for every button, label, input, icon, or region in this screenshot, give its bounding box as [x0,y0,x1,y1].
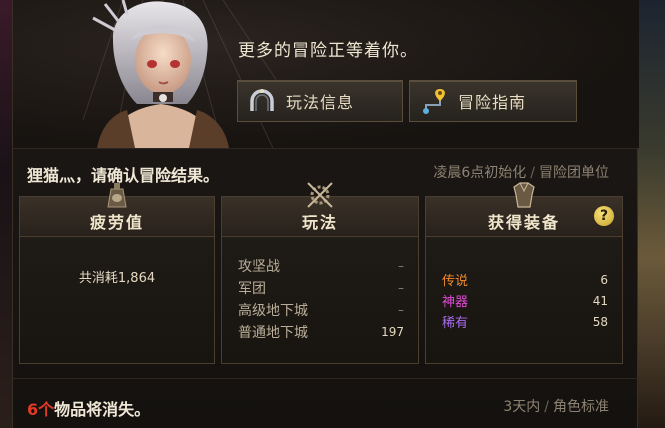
list-item: 普通地下城 197 [238,321,404,343]
character-portrait [92,0,229,148]
rarity-label-epic: 神器 [442,295,469,310]
expire-duration: 3天内 [503,399,541,415]
mode-label: 普通地下城 [238,325,308,341]
result-panel: 更多的冒险正等着你。 玩法信息 冒险指南 狸猫灬，请确认冒险结果。 凌晨6点初始… [12,0,639,428]
rarity-count: 41 [592,293,608,308]
help-icon[interactable]: ? [594,206,614,226]
fatigue-card: 疲劳值 共消耗1,864 [19,183,215,364]
item-loss-text: 6个物品将消失。 [27,396,150,420]
gameplay-info-label: 玩法信息 [286,93,355,112]
gameplay-card: 玩法 攻坚战 – 军团 – 高级地下城 – 普通地下城 197 [221,182,419,364]
adventure-guide-label: 冒险指南 [458,93,527,112]
fatigue-card-header: 疲劳值 [20,183,214,237]
list-item: 传说 6 [442,269,608,290]
potion-bag-icon [107,183,127,208]
list-item: 攻坚战 – [238,255,404,277]
expire-scope: 角色标准 [553,399,609,415]
expire-info: 3天内 / 角色标准 [503,396,609,416]
mode-value: – [398,281,404,295]
header-banner: 更多的冒险正等着你。 玩法信息 冒险指南 [13,0,639,148]
adventure-result-screen: 更多的冒险正等着你。 玩法信息 冒险指南 狸猫灬，请确认冒险结果。 凌晨6点初始… [0,0,665,428]
equipment-card-header: 获得装备 ? [426,182,622,237]
tagline-text: 更多的冒险正等着你。 [238,41,418,61]
arch-icon [246,85,278,117]
reset-scope: 冒险团单位 [539,165,609,181]
item-loss-message: 物品将消失。 [54,400,151,419]
mode-label: 军团 [238,281,266,297]
fatigue-total-label: 共消耗 [78,271,118,286]
list-item: 军团 – [238,277,404,299]
rarity-label-rare: 稀有 [442,316,469,331]
armor-icon [513,182,535,208]
adventure-guide-button[interactable]: 冒险指南 [409,80,577,122]
equipment-card: 获得装备 ? 传说 6 神器 41 稀有 58 [425,182,623,364]
gameplay-title: 玩法 [301,213,338,232]
item-loss-count: 6个 [27,400,55,419]
slash-separator: / [530,165,535,181]
rarity-label-legendary: 传说 [442,274,469,289]
gameplay-info-button[interactable]: 玩法信息 [237,80,403,122]
fatigue-total: 共消耗1,864 [20,267,214,286]
rarity-count: 6 [600,272,608,287]
equipment-title: 获得装备 [487,213,560,232]
fatigue-title: 疲劳值 [89,213,144,232]
left-background-strip [0,0,12,428]
list-item: 高级地下城 – [238,299,404,321]
gameplay-list: 攻坚战 – 军团 – 高级地下城 – 普通地下城 197 [238,255,404,343]
fatigue-total-value: 1,864 [117,271,156,286]
list-item: 神器 41 [442,290,608,311]
mode-value: – [398,259,404,273]
divider [13,148,639,149]
mode-label: 高级地下城 [238,303,308,319]
slash-separator: / [544,399,549,415]
rarity-count: 58 [592,314,608,329]
divider [13,378,639,379]
reset-info: 凌晨6点初始化 / 冒险团单位 [433,162,609,182]
right-background-strip [638,0,665,428]
crossed-weapons-gear-icon [307,182,333,208]
gameplay-card-header: 玩法 [222,182,418,237]
equipment-list: 传说 6 神器 41 稀有 58 [442,269,608,332]
mode-label: 攻坚战 [238,259,280,275]
route-map-icon [418,85,450,117]
mode-value: – [398,303,404,317]
reset-time: 凌晨6点初始化 [433,165,527,181]
list-item: 稀有 58 [442,311,608,332]
mode-value: 197 [381,325,404,339]
